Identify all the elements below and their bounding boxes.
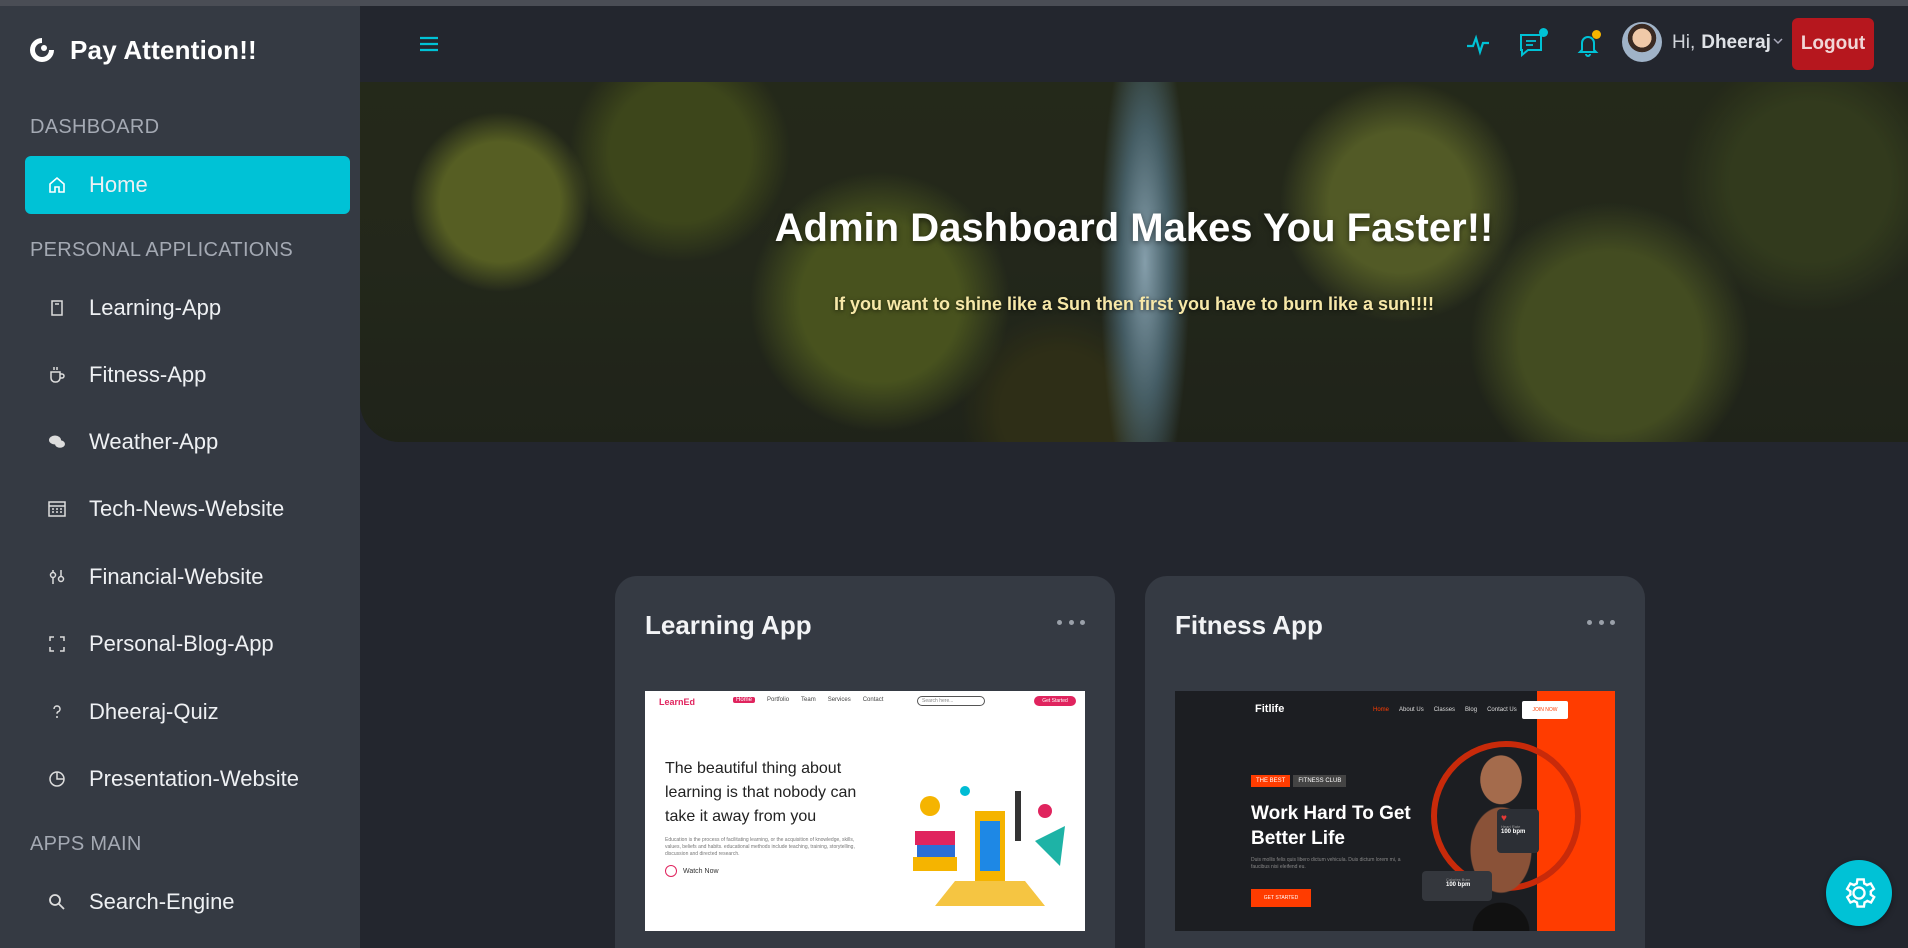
preview-logo: Fitlife: [1255, 703, 1285, 715]
preview-nav-links: Home About Us Classes Blog Contact Us: [1373, 707, 1517, 713]
preview-headline: The beautiful thing about learning is th…: [665, 760, 857, 825]
search-icon: [45, 890, 69, 914]
preview-join: JOIN NOW: [1522, 701, 1568, 719]
sidebar-item-label: Fitness-App: [89, 362, 207, 387]
sidebar-item-label: Financial-Website: [89, 564, 264, 589]
more-options-icon[interactable]: [1057, 612, 1085, 632]
preview-heart-rate: ♥ Heart Rate 100 bpm: [1497, 809, 1539, 853]
learning-app-card[interactable]: Learning App LearnEd Home Portfolio Team…: [615, 576, 1115, 948]
more-options-icon[interactable]: [1587, 612, 1615, 632]
chat-bubbles-icon: [45, 430, 69, 454]
sidebar-item-label: Presentation-Website: [89, 766, 299, 791]
messages-badge-dot: [1539, 28, 1548, 37]
avatar[interactable]: [1622, 22, 1662, 62]
play-icon: [665, 865, 677, 877]
hamburger-menu-icon[interactable]: [414, 30, 444, 58]
sidebar-item-search-engine[interactable]: Search-Engine: [25, 873, 350, 931]
sidebar-item-label: Learning-App: [89, 295, 222, 320]
logout-button[interactable]: Logout: [1792, 18, 1874, 70]
settings-gear-button[interactable]: [1826, 860, 1892, 926]
notifications-bell-icon[interactable]: [1571, 28, 1605, 62]
preview-navbar: LearnEd Home Portfolio Team Services Con…: [645, 691, 1085, 711]
username: Dheeraj: [1701, 32, 1771, 53]
learning-app-preview[interactable]: LearnEd Home Portfolio Team Services Con…: [645, 691, 1085, 931]
gear-icon: [1845, 878, 1876, 908]
brand[interactable]: Pay Attention!!: [28, 30, 257, 70]
brand-logo-icon: [30, 38, 54, 62]
preview-nav-link: Portfolio: [767, 697, 790, 703]
section-title-apps-main: APPS MAIN: [30, 833, 142, 855]
card-title: Learning App: [645, 610, 812, 640]
hero-banner: Admin Dashboard Makes You Faster!! If yo…: [360, 82, 1908, 442]
sidebar-item-label: Dheeraj-Quiz: [89, 699, 219, 724]
cup-icon: [45, 363, 69, 387]
preview-search: Search here...: [917, 696, 985, 706]
calculator-icon: [45, 497, 69, 521]
sidebar-item-financial-website[interactable]: Financial-Website: [25, 548, 350, 606]
preview-tag: FITNESS CLUB: [1293, 775, 1347, 787]
hero-subtitle: If you want to shine like a Sun then fir…: [833, 294, 1435, 314]
preview-cta: Get Started: [1034, 696, 1076, 706]
preview-watch-label: Watch Now: [683, 867, 719, 875]
topbar: Hi, Dheeraj Logout: [360, 6, 1908, 82]
fitness-app-card[interactable]: Fitness App Fitlife Home About Us Classe…: [1145, 576, 1645, 948]
hero-background-image: [360, 82, 1908, 442]
sidebar-item-home[interactable]: Home: [25, 156, 350, 214]
pie-chart-icon: [45, 767, 69, 791]
preview-headline: Work Hard To Get Better Life: [1251, 803, 1411, 849]
section-title-personal-applications: PERSONAL APPLICATIONS: [30, 239, 294, 261]
fitness-app-preview[interactable]: Fitlife Home About Us Classes Blog Conta…: [1175, 691, 1615, 931]
sidebar: Pay Attention!! DASHBOARD Home PERSONAL …: [0, 6, 360, 948]
sidebar-item-personal-blog-app[interactable]: Personal-Blog-App: [25, 615, 350, 673]
preview-body: Education is the process of facilitating…: [665, 837, 855, 857]
sidebar-item-presentation-website[interactable]: Presentation-Website: [25, 750, 350, 808]
question-icon: [45, 700, 69, 724]
hero-title: Admin Dashboard Makes You Faster!!: [774, 206, 1494, 250]
preview-nav-link: Blog: [1465, 707, 1478, 713]
sidebar-item-weather-app[interactable]: Weather-App: [25, 413, 350, 471]
preview-nav-link: About Us: [1399, 707, 1424, 713]
preview-nav-link: Services: [827, 697, 851, 703]
stat-value: 100 bpm: [1501, 829, 1526, 835]
sidebar-item-tech-news-website[interactable]: Tech-News-Website: [25, 480, 350, 538]
greeting-text: Hi,: [1672, 32, 1696, 53]
user-greeting[interactable]: Hi, Dheeraj: [1672, 32, 1771, 54]
preview-calories: Calories Burn 100 bpm: [1422, 871, 1492, 901]
notifications-badge-dot: [1592, 30, 1601, 39]
expand-icon: [45, 632, 69, 656]
preview-nav-link: Contact Us: [1487, 707, 1517, 713]
sliders-icon: [45, 565, 69, 589]
brand-name: Pay Attention!!: [70, 34, 257, 65]
sidebar-item-label: Personal-Blog-App: [89, 631, 274, 656]
preview-nav-link: Home: [1373, 707, 1390, 713]
preview-nav-link: Team: [801, 697, 816, 703]
preview-watch: Watch Now: [665, 865, 719, 877]
sidebar-item-learning-app[interactable]: Learning-App: [25, 279, 350, 337]
preview-nav-link: Contact: [862, 697, 884, 703]
preview-logo: LearnEd: [659, 697, 696, 707]
heart-icon: ♥: [1501, 813, 1507, 824]
preview-nav-link: Classes: [1433, 707, 1456, 713]
stat-value: 100 bpm: [1446, 882, 1471, 888]
sidebar-item-dheeraj-quiz[interactable]: Dheeraj-Quiz: [25, 683, 350, 741]
sidebar-item-label: Home: [89, 172, 148, 197]
sidebar-item-label: Weather-App: [89, 429, 219, 454]
section-title-dashboard: DASHBOARD: [30, 116, 160, 138]
preview-tags: THE BEST FITNESS CLUB: [1251, 775, 1347, 787]
book-icon: [45, 296, 69, 320]
home-icon: [45, 173, 69, 197]
sidebar-item-label: Search-Engine: [89, 889, 235, 914]
preview-tag: THE BEST: [1251, 775, 1291, 787]
sidebar-item-fitness-app[interactable]: Fitness-App: [25, 346, 350, 404]
preview-body: Duis mollis felis quis libero dictum veh…: [1251, 857, 1401, 870]
sidebar-item-label: Tech-News-Website: [89, 496, 285, 521]
preview-nav-link: Home: [733, 697, 756, 703]
card-title: Fitness App: [1175, 610, 1323, 640]
preview-start: GET STARTED: [1251, 889, 1311, 907]
messages-icon[interactable]: [1515, 28, 1549, 62]
chevron-down-icon[interactable]: [1771, 34, 1785, 48]
preview-nav-links: Home Portfolio Team Services Contact: [733, 697, 883, 703]
activity-icon[interactable]: [1461, 28, 1495, 62]
learning-illustration: [913, 786, 1065, 906]
